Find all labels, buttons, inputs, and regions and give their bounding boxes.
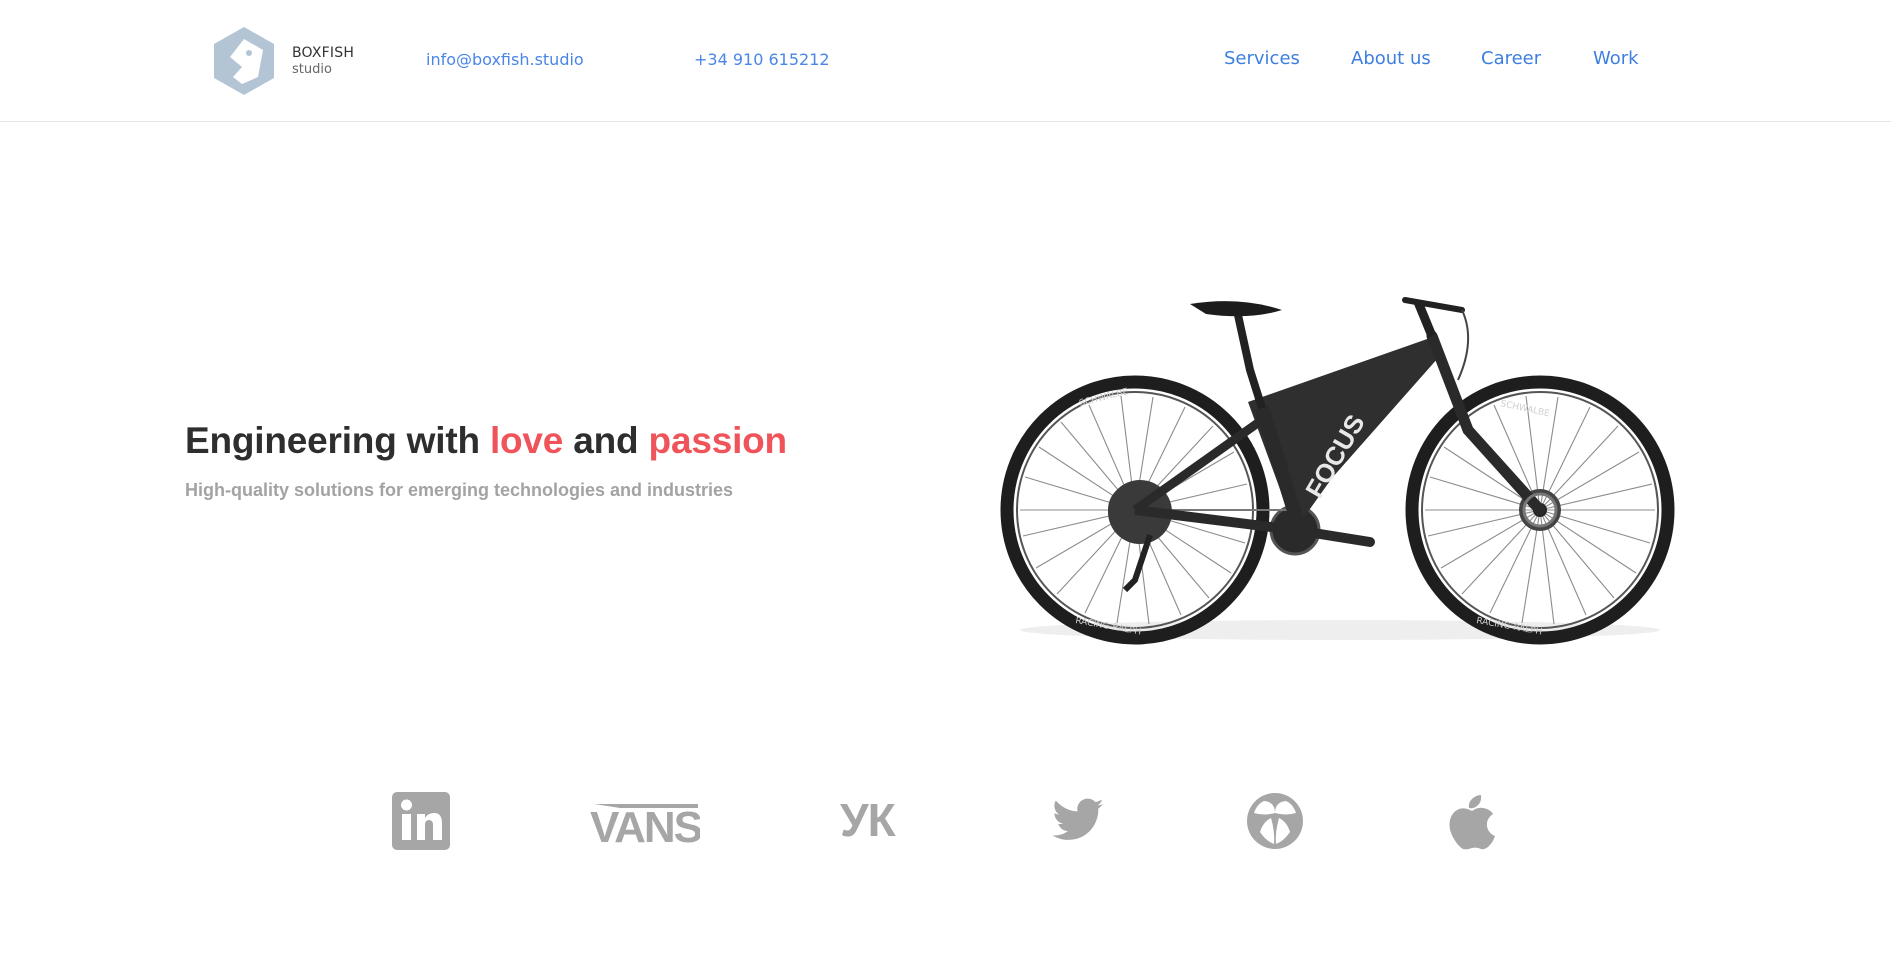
vk-icon[interactable]: УК (840, 792, 910, 850)
brand-name: BOXFISH (292, 45, 355, 61)
bicycle-image: SCHWALBE RACING RALPH SCHWALBE RACING RA… (1000, 297, 1675, 645)
phone-link[interactable]: +34 910 615212 (694, 50, 830, 69)
vans-logo[interactable]: VANS (590, 792, 700, 850)
nav-career[interactable]: Career (1481, 48, 1541, 69)
front-tire-brand-text: SCHWALBE (1499, 399, 1550, 419)
hero-title-part1: Engineering with (185, 420, 490, 461)
nav-work[interactable]: Work (1593, 48, 1639, 69)
site-header: BOXFISH studio info@boxfish.studio +34 9… (0, 0, 1891, 122)
circle-brand-icon[interactable] (1246, 792, 1304, 850)
twitter-icon[interactable] (1050, 792, 1106, 850)
linkedin-icon[interactable] (392, 792, 450, 850)
boxfish-logo-icon[interactable] (211, 25, 277, 97)
apple-icon[interactable] (1448, 792, 1496, 850)
brand-subtitle: studio (292, 62, 332, 77)
hero-title-love: love (489, 420, 564, 461)
hero-title-passion: passion (648, 420, 788, 461)
nav-about-us[interactable]: About us (1351, 48, 1431, 69)
hero-title: Engineering with love and passion (185, 420, 787, 462)
nav-services[interactable]: Services (1224, 48, 1300, 69)
vans-logo-text: VANS (590, 803, 700, 850)
hero-title-part2: and (563, 420, 649, 461)
email-link[interactable]: info@boxfish.studio (426, 50, 584, 69)
vk-logo-text: УК (840, 794, 897, 846)
hero-subtitle: High-quality solutions for emerging tech… (185, 480, 734, 500)
